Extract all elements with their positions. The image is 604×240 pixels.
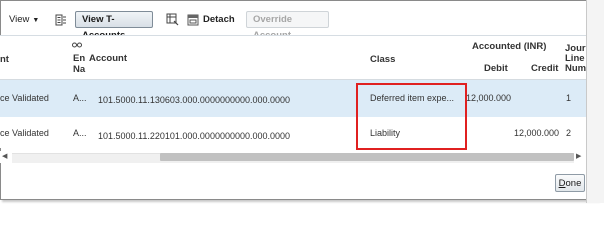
view-menu-label: View	[9, 14, 30, 25]
scroll-right-icon[interactable]: ▶	[576, 152, 581, 160]
glasses-icon	[72, 42, 82, 48]
cell-account: 101.5000.11.130603.000.0000000000.000.00…	[98, 95, 291, 105]
cell-status: ce Validated	[0, 128, 49, 138]
column-header-class[interactable]: Class	[370, 54, 395, 65]
column-header-entity-line2: Na	[73, 64, 86, 75]
table-row[interactable]: ce Validated A... 101.5000.11.130603.000…	[0, 80, 586, 118]
column-header-account[interactable]: Account	[89, 53, 127, 64]
cell-status: ce Validated	[0, 93, 49, 103]
done-label: one	[565, 178, 582, 189]
view-menu[interactable]: View ▼	[9, 11, 39, 29]
journal-lines-table: nt En Na Account Class Accounted (INR) D…	[0, 35, 586, 148]
caret-down-icon: ▼	[32, 17, 40, 24]
table-header: nt En Na Account Class Accounted (INR) D…	[0, 36, 586, 80]
done-mnemonic: D	[558, 178, 566, 189]
cell-line-number: 2	[566, 128, 572, 138]
highlight-annotation-box	[356, 83, 467, 150]
column-header-debit[interactable]: Debit	[484, 63, 508, 74]
cell-debit: 12,000.000	[466, 93, 512, 103]
detach-icon[interactable]	[187, 14, 199, 26]
cell-line-number: 1	[566, 93, 572, 103]
cell-account: 101.5000.11.220101.000.0000000000.000.00…	[98, 131, 291, 141]
scroll-left-icon[interactable]: ◀	[2, 152, 7, 160]
column-group-accounted: Accounted (INR)	[472, 41, 547, 52]
scrollbar-thumb[interactable]	[160, 153, 574, 161]
horizontal-scrollbar[interactable]: ◀ ▶	[0, 151, 586, 163]
freeze-icon[interactable]	[166, 13, 179, 26]
column-header-status[interactable]: nt	[0, 54, 9, 65]
background-window-edge	[586, 0, 604, 203]
export-icon[interactable]	[55, 14, 67, 26]
cell-credit: 12,000.000	[514, 128, 560, 138]
view-t-accounts-button[interactable]: View T-Accounts	[75, 11, 153, 41]
column-header-credit[interactable]: Credit	[531, 63, 558, 74]
column-header-journal-line-3: Numb	[565, 63, 586, 74]
cell-entity: A...	[73, 93, 87, 103]
toolbar: View▼ View T-Accounts Detach Override Ac…	[0, 8, 586, 41]
detach-button[interactable]: Detach	[203, 11, 235, 29]
cell-entity: A...	[73, 128, 87, 138]
table-row[interactable]: ce Validated A... 101.5000.11.220101.000…	[0, 117, 586, 148]
column-header-entity[interactable]: En	[73, 53, 85, 64]
override-account-button: Override Account	[246, 11, 329, 41]
done-button[interactable]: Done	[555, 174, 585, 192]
